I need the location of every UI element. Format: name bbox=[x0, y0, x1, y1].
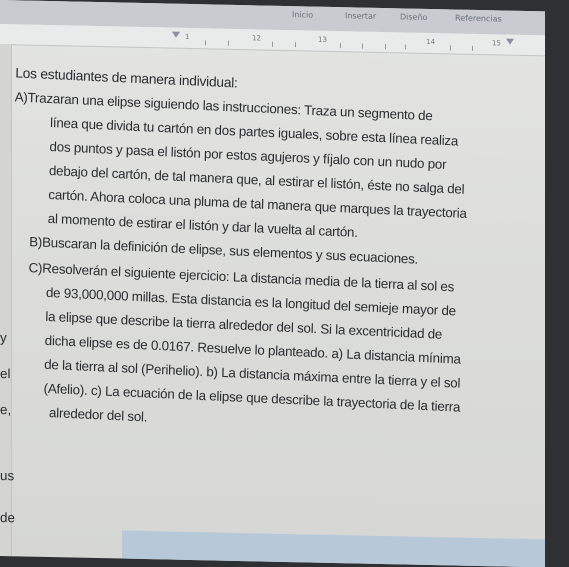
ruler-tick bbox=[340, 43, 341, 49]
ruler-tick bbox=[385, 44, 386, 50]
ruler-number: 1 bbox=[185, 32, 190, 41]
ruler-number: 13 bbox=[318, 35, 327, 44]
item-a-label: A) bbox=[14, 89, 28, 105]
document-page[interactable]: Los estudiantes de manera individual: A)… bbox=[12, 44, 545, 567]
document-body: Los estudiantes de manera individual: A)… bbox=[0, 44, 545, 567]
ruler-tick bbox=[362, 43, 363, 49]
ruler-tick bbox=[405, 44, 406, 50]
ruler-number: 14 bbox=[426, 37, 435, 47]
indent-marker-icon[interactable] bbox=[172, 31, 180, 38]
ruler-tick bbox=[472, 45, 473, 51]
ruler-tick bbox=[228, 40, 229, 46]
ruler-tick bbox=[450, 45, 451, 51]
ruler-number: 15 bbox=[492, 39, 501, 48]
item-b-label: B) bbox=[29, 234, 43, 250]
item-c-label: C) bbox=[28, 260, 43, 276]
ribbon-tab-1[interactable]: Inicio bbox=[292, 10, 313, 19]
item-c-line-7: alrededor del sol. bbox=[48, 405, 148, 425]
ribbon-tab-2[interactable]: Insertar bbox=[345, 11, 376, 21]
ribbon-tab-3[interactable]: Diseño bbox=[400, 12, 427, 22]
right-indent-marker-icon[interactable] bbox=[506, 38, 514, 45]
ribbon-tab-4[interactable]: Referencias bbox=[455, 14, 502, 24]
ruler-tick bbox=[272, 41, 273, 47]
ruler-tick bbox=[205, 40, 206, 46]
ruler-tick bbox=[295, 42, 296, 48]
screen: Inicio Insertar Diseño Referencias 1 12 … bbox=[0, 0, 545, 567]
ruler-number: 12 bbox=[252, 34, 261, 43]
